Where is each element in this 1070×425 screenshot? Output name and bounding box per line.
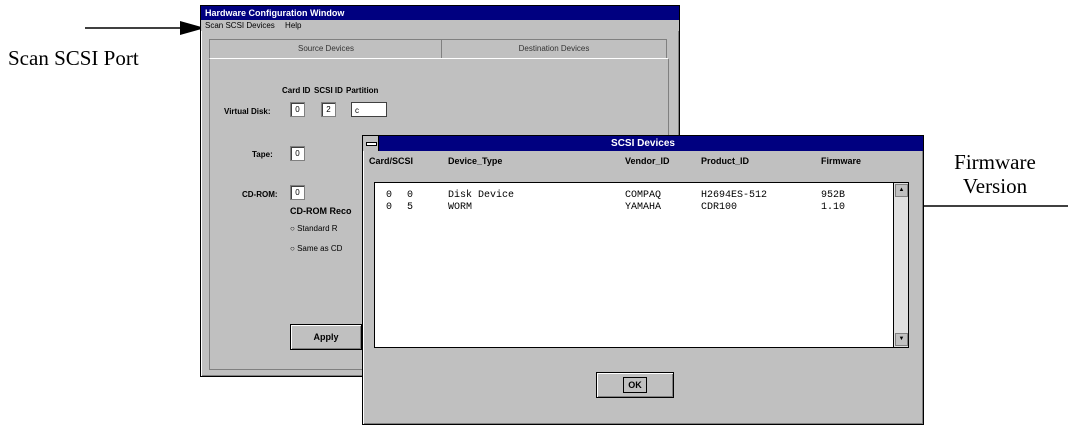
tape-label: Tape:: [252, 150, 273, 159]
row-card: 0: [386, 202, 393, 213]
menu-scan-scsi-devices[interactable]: Scan SCSI Devices: [205, 21, 275, 30]
scsi-dialog-title: SCSI Devices: [611, 138, 675, 149]
row-firmware: 1.10: [821, 202, 846, 213]
col-card-scsi: Card/SCSI: [369, 156, 414, 166]
scsi-device-list[interactable]: 0 0 Disk Device COMPAQ H2694ES-512 952B …: [374, 182, 909, 348]
device-row[interactable]: 0 5 WORM YAMAHA CDR100 1.10: [375, 202, 885, 214]
row-vendor: COMPAQ: [625, 190, 662, 201]
cdrom-recorder-label: CD-ROM Reco: [290, 206, 352, 216]
row-vendor: YAMAHA: [625, 202, 662, 213]
virtual-disk-partition-dropdown[interactable]: c: [351, 102, 387, 117]
row-scsi: 5: [407, 202, 414, 213]
main-window-title: Hardware Configuration Window: [201, 6, 679, 20]
row-card: 0: [386, 190, 393, 201]
scroll-down-icon[interactable]: ▼: [895, 333, 908, 346]
virtual-disk-scsi-id-field[interactable]: 2: [321, 102, 336, 117]
firmware-callout-line1: Firmware: [954, 150, 1036, 174]
list-scrollbar[interactable]: ▲ ▼: [893, 183, 908, 347]
scsi-id-header: SCSI ID: [314, 86, 343, 95]
device-row[interactable]: 0 0 Disk Device COMPAQ H2694ES-512 952B: [375, 190, 885, 202]
virtual-disk-card-id-field[interactable]: 0: [290, 102, 305, 117]
scroll-up-icon[interactable]: ▲: [895, 184, 908, 197]
row-device-type: Disk Device: [448, 190, 515, 201]
row-product: CDR100: [701, 202, 738, 213]
tab-source-devices[interactable]: Source Devices: [209, 39, 443, 58]
radio-same-as-cd[interactable]: ○ Same as CD: [290, 244, 342, 253]
col-product-id: Product_ID: [701, 156, 750, 166]
cdrom-card-id-field[interactable]: 0: [290, 185, 305, 200]
ok-button-label: OK: [623, 377, 647, 393]
firmware-callout-line2: Version: [962, 174, 1028, 198]
ok-button[interactable]: OK: [596, 372, 674, 398]
row-product: H2694ES-512: [701, 190, 768, 201]
virtual-disk-label: Virtual Disk:: [224, 107, 271, 116]
partition-header: Partition: [346, 86, 379, 95]
radio-standard-label: Standard R: [297, 224, 338, 233]
row-scsi: 0: [407, 190, 414, 201]
tape-card-id-field[interactable]: 0: [290, 146, 305, 161]
card-id-header: Card ID: [282, 86, 311, 95]
tab-destination-devices[interactable]: Destination Devices: [441, 39, 667, 58]
scan-scsi-port-callout: Scan SCSI Port: [8, 46, 139, 70]
firmware-version-callout: Firmware Version: [930, 150, 1060, 198]
scsi-dialog-titlebar: SCSI Devices: [363, 136, 923, 151]
row-device-type: WORM: [448, 202, 473, 213]
system-menu-icon[interactable]: [363, 136, 379, 151]
menu-bar: Scan SCSI Devices Help: [201, 20, 679, 31]
col-vendor-id: Vendor_ID: [625, 156, 670, 166]
menu-help[interactable]: Help: [285, 21, 301, 30]
radio-standard[interactable]: ○ Standard R: [290, 224, 338, 233]
tab-strip: Source Devices Destination Devices: [209, 39, 669, 59]
col-firmware: Firmware: [821, 156, 862, 166]
cdrom-label: CD-ROM:: [242, 190, 278, 199]
radio-same-label: Same as CD: [297, 244, 343, 253]
row-firmware: 952B: [821, 190, 846, 201]
apply-button[interactable]: Apply: [290, 324, 362, 350]
scsi-devices-dialog: SCSI Devices Card/SCSI Device_Type Vendo…: [362, 135, 924, 425]
col-device-type: Device_Type: [448, 156, 503, 166]
